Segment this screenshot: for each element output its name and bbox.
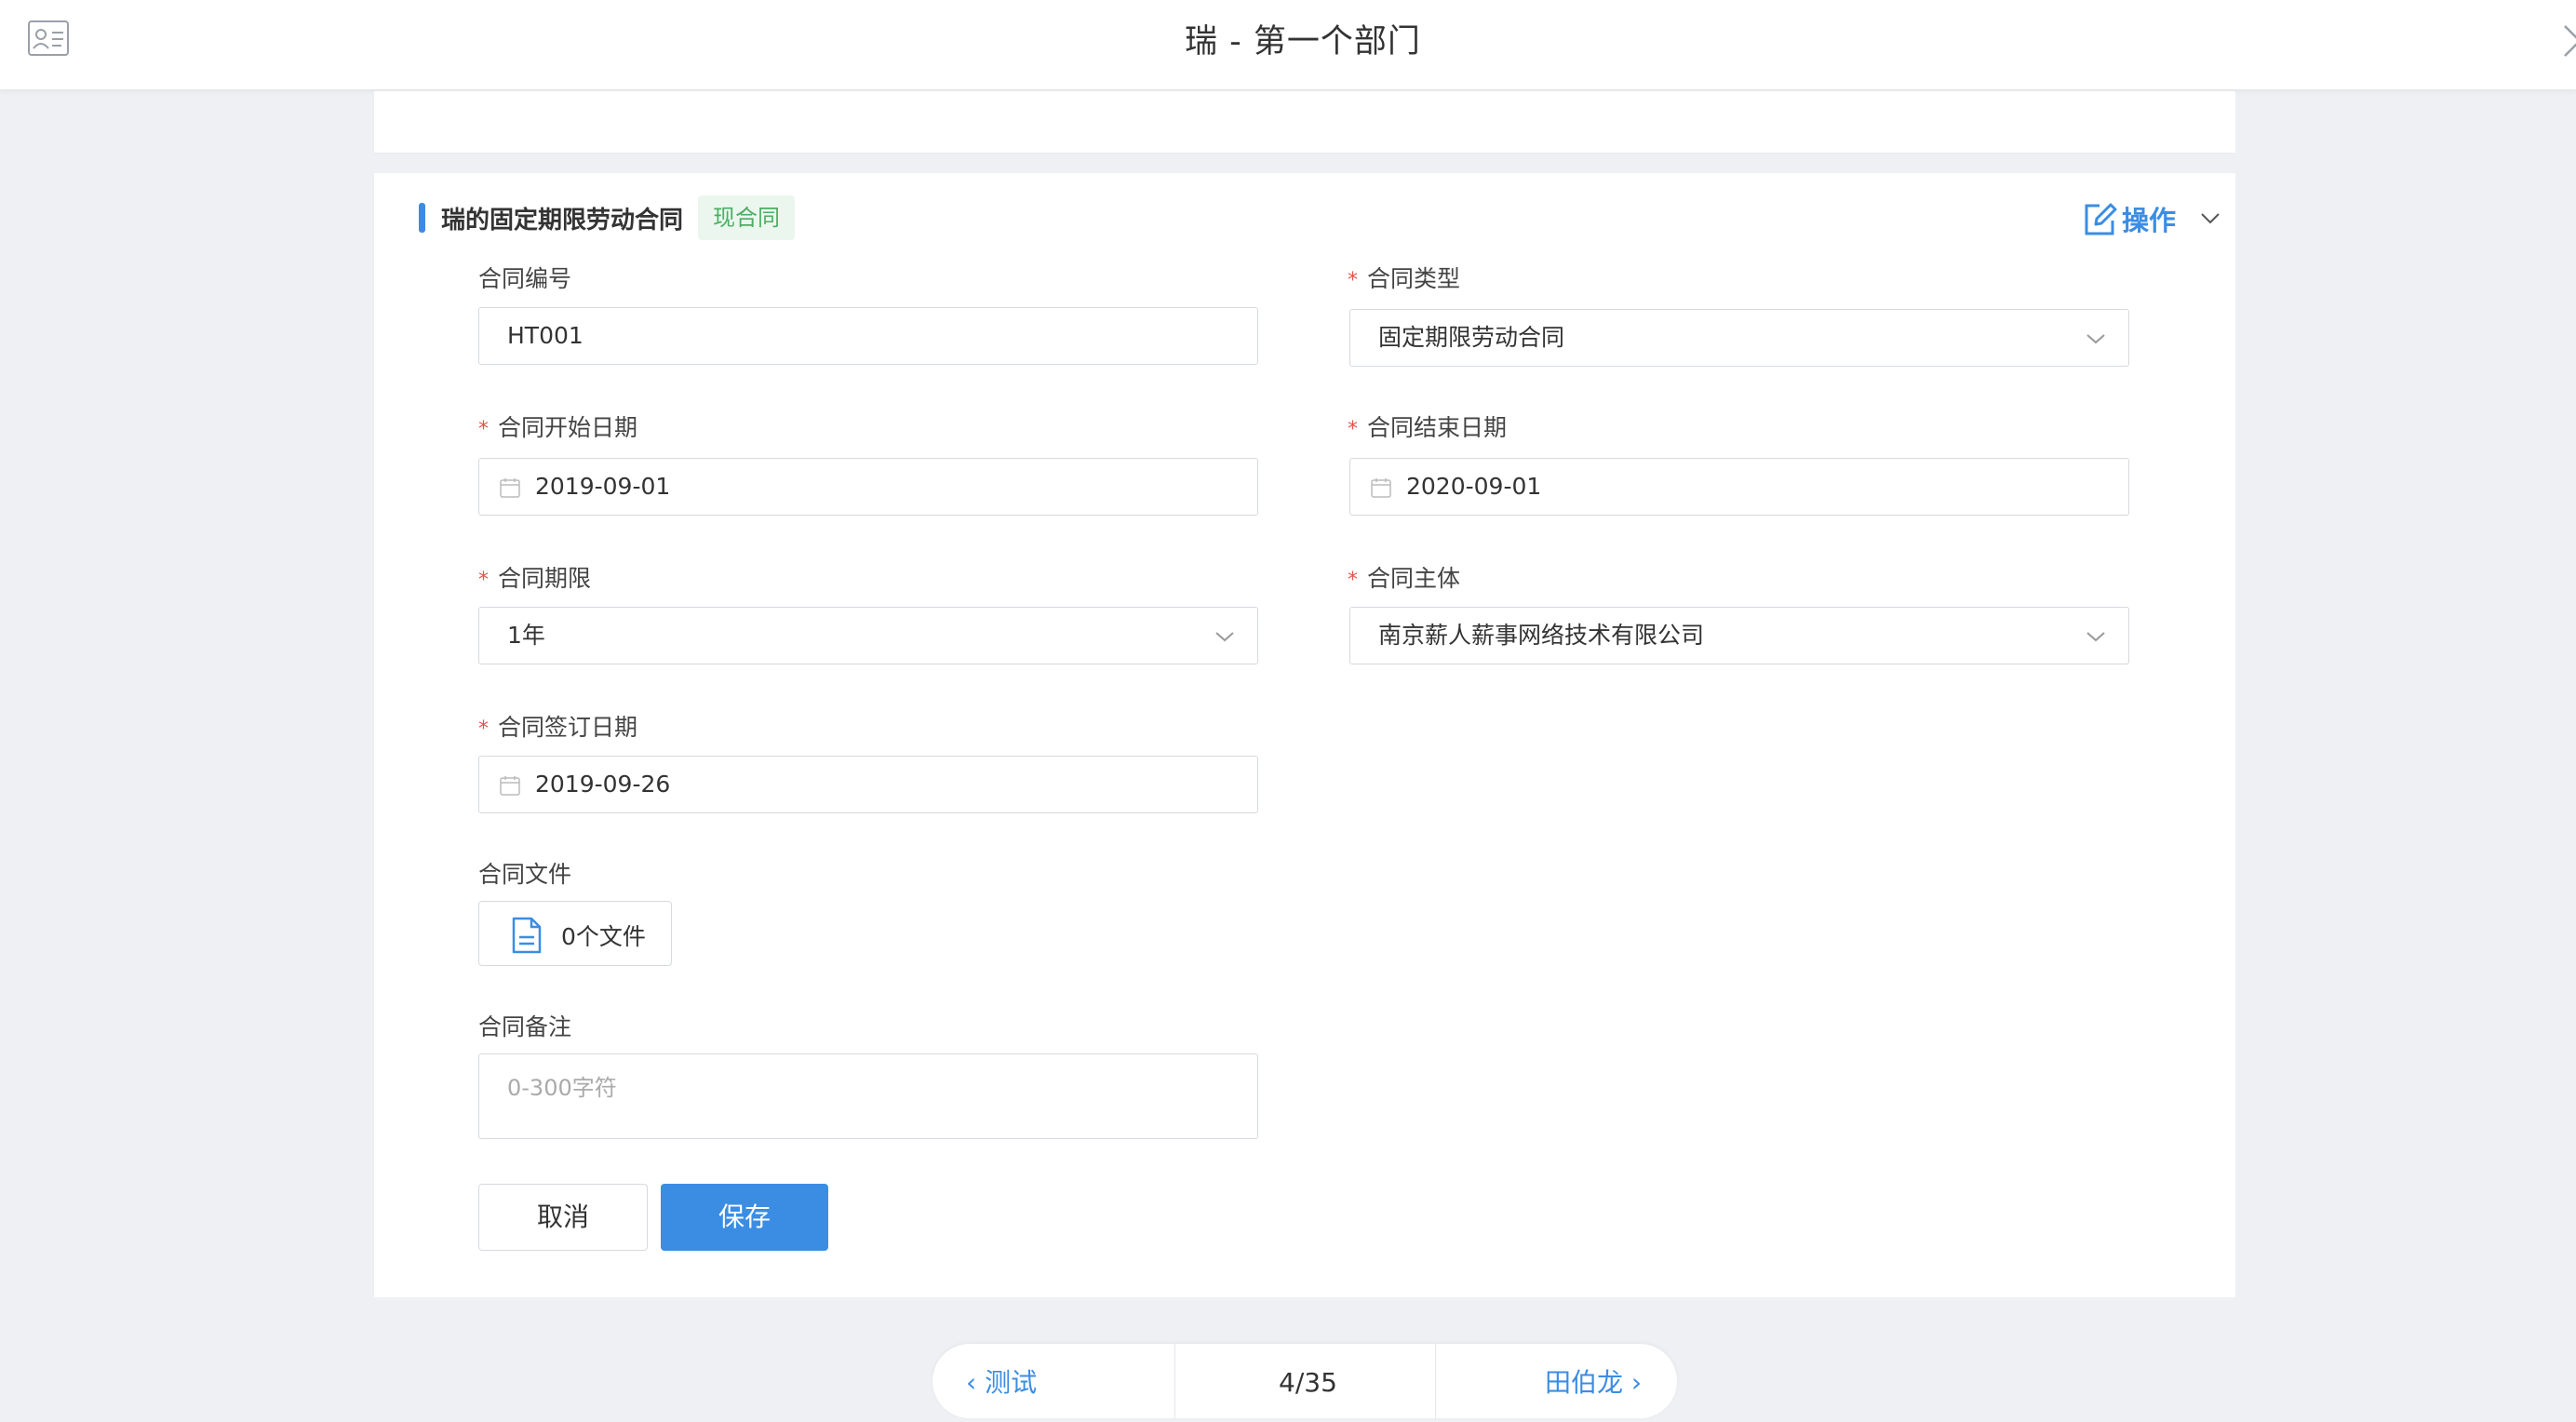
calendar-icon <box>500 776 520 796</box>
files-button[interactable]: 0个文件 <box>478 901 672 966</box>
employee-pager: ‹ 测试 4/35 田伯龙 › <box>932 1344 1677 1418</box>
status-badge: 现合同 <box>698 195 795 240</box>
pager-count: 4/35 <box>1279 1367 1337 1398</box>
contract-no-input[interactable]: HT001 <box>478 307 1258 365</box>
files-count: 0个文件 <box>561 923 646 950</box>
page-title: 瑞 - 第一个部门 <box>1185 23 1421 60</box>
entity-select[interactable]: 南京薪人薪事网络技术有限公司 <box>1349 607 2129 664</box>
entity-label: * 合同主体 <box>1348 565 1461 592</box>
operations-label: 操作 <box>2121 205 2176 236</box>
previous-section-card <box>374 91 2235 154</box>
contract-type-label: * 合同类型 <box>1348 265 1461 292</box>
term-label: * 合同期限 <box>478 565 592 592</box>
remark-label: 合同备注 <box>478 1013 572 1040</box>
contract-card: 瑞的固定期限劳动合同 现合同 操作 合同编号 HT001 * 合同类型 固定期限劳… <box>374 173 2235 1297</box>
file-icon <box>512 917 542 954</box>
cancel-button[interactable]: 取消 <box>478 1184 648 1251</box>
contract-title: 瑞的固定期限劳动合同 <box>441 207 684 235</box>
pager-divider <box>1174 1344 1175 1418</box>
required-mark: * <box>478 718 489 741</box>
contract-type-select[interactable]: 固定期限劳动合同 <box>1349 309 2129 367</box>
files-label: 合同文件 <box>478 861 572 888</box>
end-date-label: * 合同结束日期 <box>1348 414 1508 441</box>
section-accent-bar <box>419 203 425 233</box>
next-employee-link[interactable]: 田伯龙 › <box>1545 1344 1642 1418</box>
required-mark: * <box>1348 569 1358 592</box>
close-icon[interactable] <box>2563 22 2576 60</box>
chevron-down-icon <box>2201 213 2220 224</box>
required-mark: * <box>478 569 489 592</box>
required-mark: * <box>1348 269 1358 292</box>
end-date-input[interactable]: 2020-09-01 <box>1349 458 2129 516</box>
pager-divider <box>1435 1344 1436 1418</box>
top-bar: 瑞 - 第一个部门 <box>0 0 2576 89</box>
operations-dropdown[interactable]: 操作 <box>2083 199 2220 238</box>
term-select[interactable]: 1年 <box>478 607 1258 664</box>
sign-date-input[interactable]: 2019-09-26 <box>478 756 1258 813</box>
required-mark: * <box>1348 418 1358 441</box>
start-date-input[interactable]: 2019-09-01 <box>478 458 1258 516</box>
chevron-down-icon <box>2086 334 2105 344</box>
sign-date-label: * 合同签订日期 <box>478 714 638 741</box>
prev-employee-link[interactable]: ‹ 测试 <box>966 1344 1037 1418</box>
remark-placeholder: 0-300字符 <box>507 1075 617 1101</box>
contract-no-label: 合同编号 <box>478 265 572 292</box>
chevron-down-icon <box>2086 632 2105 642</box>
edit-icon <box>2085 203 2117 235</box>
remark-textarea[interactable]: 0-300字符 <box>478 1053 1258 1139</box>
required-mark: * <box>478 418 489 441</box>
calendar-icon <box>1371 478 1391 498</box>
calendar-icon <box>500 478 520 498</box>
save-button[interactable]: 保存 <box>661 1184 828 1251</box>
chevron-down-icon <box>1215 632 1234 642</box>
start-date-label: * 合同开始日期 <box>478 414 638 441</box>
